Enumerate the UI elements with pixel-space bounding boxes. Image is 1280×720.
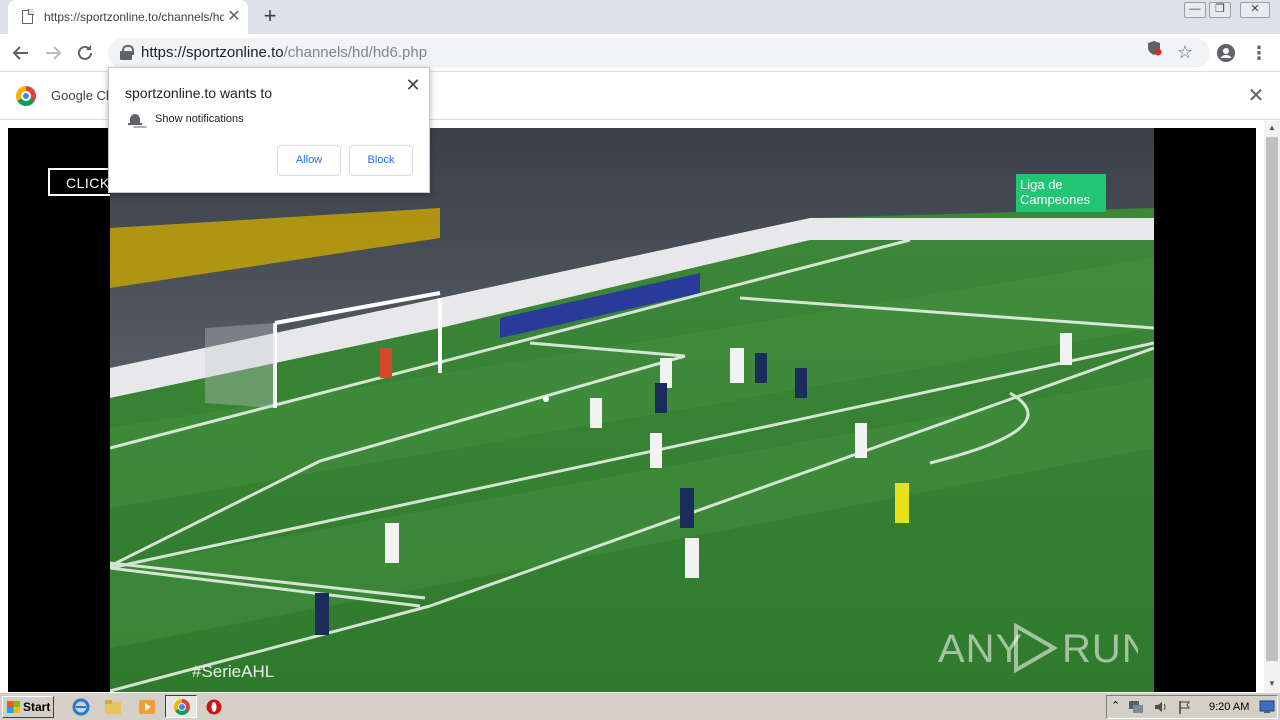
hashtag-overlay: #SerieAHL: [192, 662, 275, 681]
close-tab-icon[interactable]: ✕: [224, 7, 244, 27]
anyrun-watermark: ANY RUN: [938, 618, 1151, 678]
forward-icon[interactable]: [40, 40, 66, 66]
close-window-button[interactable]: ✕: [1240, 2, 1270, 18]
action-center-flag-icon[interactable]: [1177, 699, 1193, 715]
url-path: /channels/hd/hd6.php: [283, 44, 428, 61]
windows-taskbar: Start ⌃ 9:20 AM: [0, 692, 1280, 720]
scroll-thumb[interactable]: [1266, 137, 1278, 661]
chrome-taskbar-button[interactable]: [165, 695, 197, 718]
menu-icon[interactable]: ⋮: [1246, 40, 1272, 66]
bookmark-star-icon[interactable]: ☆: [1172, 39, 1198, 65]
watermark-right-text: RUN: [1062, 627, 1138, 671]
address-bar[interactable]: https://sportzonline.to/channels/hd/hd6.…: [108, 38, 1210, 68]
volume-icon[interactable]: [1153, 699, 1169, 715]
show-hidden-icons-icon[interactable]: ⌃: [1111, 699, 1120, 712]
lock-icon[interactable]: [120, 45, 134, 60]
start-label: Start: [23, 700, 51, 714]
start-button[interactable]: Start: [2, 696, 54, 718]
video-frame[interactable]: #SerieAHL Liga de Campeones: [110, 128, 1154, 692]
allow-button[interactable]: Allow: [277, 145, 341, 176]
chrome-icon: [174, 699, 190, 715]
profile-icon[interactable]: [1213, 40, 1239, 66]
blocked-content-icon[interactable]: [1141, 39, 1167, 65]
tab-strip: https://sportzonline.to/channels/hd/hd6.…: [0, 0, 1280, 34]
permission-title: sportzonline.to wants to: [125, 85, 273, 101]
chrome-logo-icon: [16, 86, 36, 106]
reload-icon[interactable]: [72, 40, 98, 66]
file-explorer-icon[interactable]: [104, 698, 122, 716]
minimize-button[interactable]: —: [1184, 2, 1206, 18]
scroll-down-arrow-icon[interactable]: ▼: [1264, 677, 1280, 691]
notification-permission-popup: sportzonline.to wants to ✕ Show notifica…: [108, 67, 430, 193]
page-icon: [22, 9, 34, 24]
new-tab-button[interactable]: +: [258, 5, 282, 29]
media-player-icon[interactable]: [138, 698, 156, 716]
url-host: https://sportzonline.to: [141, 44, 284, 61]
close-popup-icon[interactable]: ✕: [403, 76, 423, 96]
clock[interactable]: 9:20 AM: [1209, 701, 1249, 713]
page-content: CLICK #SerieAHL Liga de Campeones ANY RU…: [0, 121, 1280, 692]
windows-logo-icon: [7, 701, 20, 713]
restore-button[interactable]: ❐: [1209, 2, 1231, 18]
back-icon[interactable]: [8, 40, 34, 66]
network-icon[interactable]: [1127, 699, 1145, 715]
liga-de-campeones-logo: Liga de Campeones: [1016, 174, 1106, 212]
infobar-text: Google Ch: [51, 88, 114, 103]
browser-tab[interactable]: https://sportzonline.to/channels/hd/hd6.…: [8, 0, 248, 34]
system-tray: ⌃ 9:20 AM: [1106, 695, 1278, 719]
tab-title: https://sportzonline.to/channels/hd/hd6.…: [44, 10, 224, 24]
url-text[interactable]: https://sportzonline.to/channels/hd/hd6.…: [141, 44, 427, 61]
vertical-scrollbar[interactable]: ▲ ▼: [1264, 121, 1280, 692]
scroll-up-arrow-icon[interactable]: ▲: [1264, 121, 1280, 135]
block-button[interactable]: Block: [349, 145, 413, 176]
show-desktop-icon[interactable]: [1259, 700, 1275, 714]
video-player[interactable]: CLICK #SerieAHL Liga de Campeones ANY RU…: [8, 128, 1256, 692]
internet-explorer-icon[interactable]: [72, 698, 90, 716]
infobar-close-icon[interactable]: ✕: [1244, 84, 1268, 108]
watermark-left-text: ANY: [938, 627, 1023, 671]
permission-item: Show notifications: [155, 113, 244, 125]
bell-icon: [128, 113, 142, 128]
opera-icon[interactable]: [205, 698, 223, 716]
